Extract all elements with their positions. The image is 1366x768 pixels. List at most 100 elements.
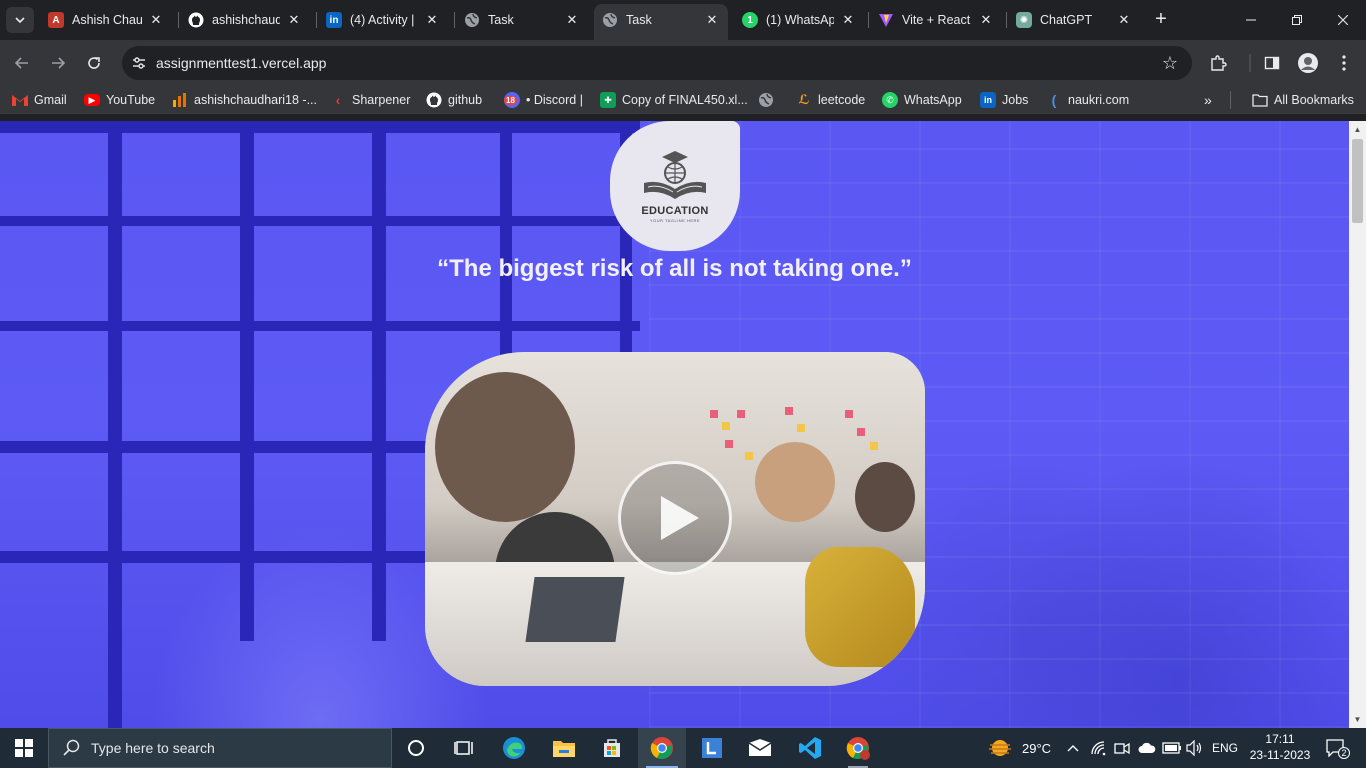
close-icon[interactable]: ✕ (840, 12, 856, 28)
cortana-button[interactable] (392, 728, 440, 768)
close-icon[interactable]: ✕ (424, 12, 440, 28)
language-indicator[interactable]: ENG (1212, 728, 1238, 768)
tab-ashish[interactable]: A Ashish Chau ✕ (40, 6, 172, 34)
all-bookmarks-button[interactable]: All Bookmarks (1252, 90, 1354, 110)
url-text[interactable]: assignmenttest1.vercel.app (156, 55, 326, 71)
education-logo: EDUCATION YOUR TAGLINE HERE (610, 121, 740, 251)
tab-chatgpt[interactable]: ✺ ChatGPT ✕ (1008, 6, 1140, 34)
bookmark-ashishchaudhari[interactable]: ashishchaudhari18 -... (172, 90, 317, 110)
tab-task-1[interactable]: Task ✕ (456, 6, 588, 34)
minimize-icon (1246, 19, 1256, 21)
bookmark-youtube[interactable]: ▶ YouTube (84, 90, 155, 110)
close-icon[interactable]: ✕ (1116, 12, 1132, 28)
tab-github[interactable]: ashishchaudl ✕ (180, 6, 310, 34)
close-icon[interactable]: ✕ (704, 12, 720, 28)
gmail-icon (12, 92, 28, 108)
bookmark-whatsapp[interactable]: ✆ WhatsApp (882, 90, 962, 110)
bookmarks-divider (1230, 91, 1231, 109)
close-icon[interactable]: ✕ (148, 12, 164, 28)
vscode-button[interactable] (786, 728, 834, 768)
weather-widget[interactable]: 29°C (986, 728, 1051, 768)
side-panel-button[interactable] (1260, 51, 1284, 75)
onedrive-button[interactable] (1138, 728, 1156, 768)
linkedin-icon: in (326, 12, 342, 28)
close-window-button[interactable] (1320, 0, 1366, 40)
restore-icon (1292, 15, 1302, 25)
lens-app-button[interactable] (688, 728, 736, 768)
chevron-down-icon (15, 17, 25, 24)
profile-button[interactable] (1296, 51, 1320, 75)
reload-button[interactable] (80, 49, 108, 77)
chrome-icon (650, 737, 673, 759)
bookmark-leetcode[interactable]: ℒ leetcode (796, 90, 865, 110)
network-button[interactable] (1090, 728, 1108, 768)
tab-linkedin-activity[interactable]: in (4) Activity | ✕ (318, 6, 448, 34)
close-icon[interactable]: ✕ (286, 12, 302, 28)
chatgpt-icon: ✺ (1016, 12, 1032, 28)
bookmark-discord[interactable]: 18 • Discord | (504, 90, 583, 110)
bookmark-naukri[interactable]: ( naukri.com (1046, 90, 1129, 110)
tab-vite-react[interactable]: Vite + React ✕ (870, 6, 1002, 34)
address-bar[interactable]: assignmenttest1.vercel.app ☆ (122, 46, 1192, 80)
play-button[interactable] (618, 461, 732, 575)
minimize-button[interactable] (1228, 0, 1274, 40)
scroll-up-arrow[interactable]: ▲ (1349, 121, 1366, 138)
site-settings-icon[interactable] (122, 55, 156, 71)
logo-tagline-text: YOUR TAGLINE HERE (649, 218, 701, 223)
bookmark-sharpener[interactable]: ‹ Sharpener (330, 90, 411, 110)
battery-icon (1162, 742, 1181, 754)
github-icon (188, 12, 204, 28)
volume-button[interactable] (1186, 728, 1204, 768)
clock-time: 17:11 (1265, 732, 1295, 746)
close-icon[interactable]: ✕ (564, 12, 580, 28)
battery-button[interactable] (1162, 728, 1182, 768)
mail-button[interactable] (736, 728, 784, 768)
more-bookmarks-button[interactable]: » (1204, 90, 1212, 110)
start-button[interactable] (0, 728, 48, 768)
tab-separator (316, 12, 317, 28)
side-panel-icon (1264, 56, 1280, 70)
scroll-thumb[interactable] (1352, 139, 1363, 223)
bookmark-sheet[interactable]: ✚ Copy of FINAL450.xl... (600, 90, 748, 110)
bookmarks-bar: Gmail ▶ YouTube ashishchaudhari18 -... ‹… (0, 86, 1366, 114)
person-yellow-jacket (805, 547, 915, 667)
tab-search-button[interactable] (6, 7, 34, 33)
bookmark-github[interactable]: github (426, 90, 482, 110)
weather-sun-icon (989, 740, 1011, 756)
vertical-scrollbar[interactable]: ▲ ▼ (1349, 121, 1366, 728)
taskbar-clock[interactable]: 17:11 23-11-2023 (1248, 731, 1312, 763)
close-icon (1338, 15, 1348, 25)
new-tab-button[interactable]: + (1150, 8, 1172, 30)
edge-taskbar-button[interactable] (490, 728, 538, 768)
video-thumbnail[interactable] (425, 352, 925, 686)
taskbar-search[interactable]: Type here to search (48, 728, 392, 768)
bookmark-jobs[interactable]: in Jobs (980, 90, 1028, 110)
tab-separator (868, 12, 869, 28)
chrome-profile-taskbar-button[interactable] (834, 728, 882, 768)
tab-task-active[interactable]: Task ✕ (594, 4, 728, 40)
bookmark-globe[interactable] (758, 90, 780, 110)
back-button[interactable] (8, 49, 36, 77)
wifi-icon (1091, 741, 1106, 756)
task-view-button[interactable] (440, 728, 488, 768)
close-icon[interactable]: ✕ (978, 12, 994, 28)
restore-button[interactable] (1274, 0, 1320, 40)
github-icon (426, 92, 442, 108)
cortana-icon (408, 740, 424, 756)
store-button[interactable] (588, 728, 636, 768)
tab-whatsapp[interactable]: 1 (1) WhatsAp ✕ (734, 6, 864, 34)
bookmark-star-icon[interactable]: ☆ (1162, 53, 1178, 74)
extensions-button[interactable] (1206, 51, 1230, 75)
speaker-icon (1186, 740, 1202, 756)
meet-now-button[interactable] (1114, 728, 1130, 768)
notification-center-button[interactable]: 2 (1322, 736, 1350, 760)
camera-icon (1114, 742, 1130, 755)
chrome-taskbar-button[interactable] (638, 728, 686, 768)
forward-button[interactable] (44, 49, 72, 77)
menu-button[interactable] (1332, 51, 1356, 75)
scroll-down-arrow[interactable]: ▼ (1349, 711, 1366, 728)
profile-avatar-icon: A (48, 12, 64, 28)
show-hidden-icons-button[interactable] (1066, 728, 1080, 768)
bookmark-gmail[interactable]: Gmail (12, 90, 67, 110)
file-explorer-button[interactable] (540, 728, 588, 768)
